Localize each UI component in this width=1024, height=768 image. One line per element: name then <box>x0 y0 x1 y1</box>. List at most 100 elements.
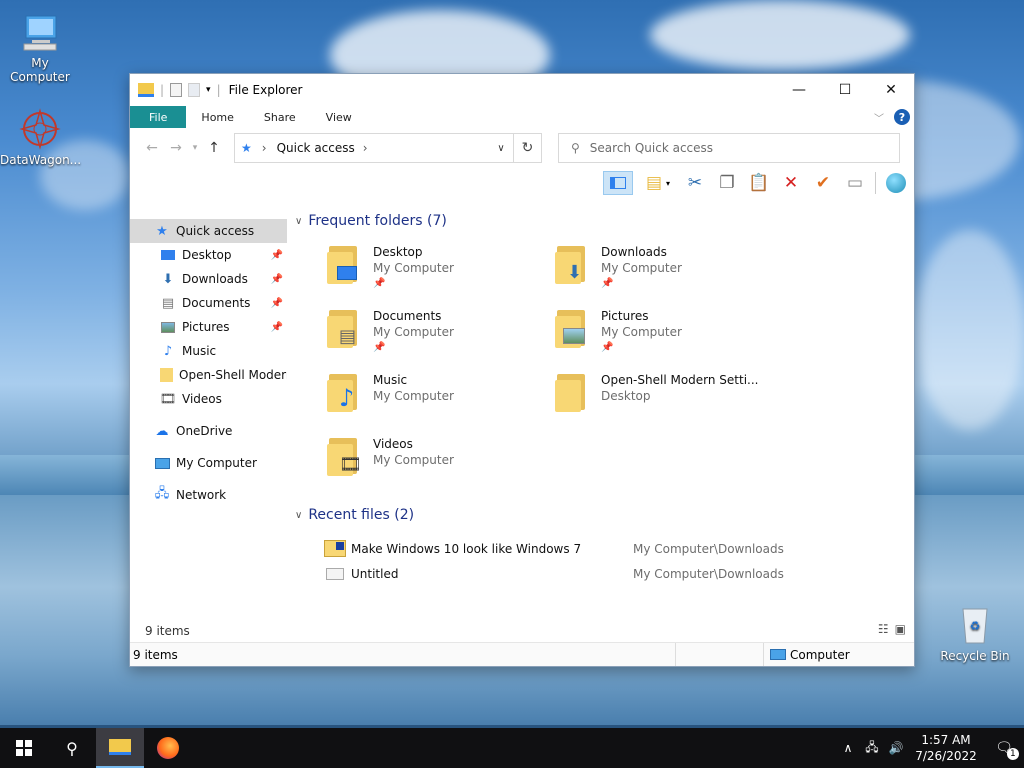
folder-tile-videos[interactable]: 🎞 Videos My Computer <box>327 436 555 490</box>
sidebar-item-my-computer[interactable]: My Computer <box>130 451 287 475</box>
customize-qat-dropdown-icon[interactable]: ▾ <box>206 85 211 95</box>
details-view-icon[interactable]: ☷ <box>878 622 889 636</box>
sidebar-item-onedrive[interactable]: ☁ OneDrive <box>130 419 287 443</box>
folder-icon <box>555 308 595 350</box>
folder-tile-open-shell[interactable]: Open-Shell Modern Setti... Desktop <box>555 372 783 426</box>
folder-tile-desktop[interactable]: Desktop My Computer 📌 <box>327 244 555 298</box>
search-input[interactable]: ⚲ Search Quick access <box>558 133 900 163</box>
computer-icon <box>154 455 170 471</box>
action-center-icon[interactable]: 🗨 1 <box>984 728 1024 768</box>
sidebar-item-documents[interactable]: ▤ Documents 📌 <box>130 291 287 315</box>
folder-tile-pictures[interactable]: Pictures My Computer 📌 <box>555 308 783 362</box>
folder-icon <box>327 244 367 286</box>
sidebar-item-network[interactable]: 🖧 Network <box>130 483 287 507</box>
cut-icon[interactable]: ✂ <box>683 171 707 195</box>
sidebar-item-downloads[interactable]: ⬇ Downloads 📌 <box>130 267 287 291</box>
sidebar-item-desktop[interactable]: Desktop 📌 <box>130 243 287 267</box>
desktop-icon <box>160 247 176 263</box>
properties-icon[interactable] <box>170 83 183 97</box>
videos-icon: 🎞 <box>339 454 362 475</box>
network-icon[interactable]: 🖧 <box>860 738 884 759</box>
folder-name: Videos <box>373 437 413 451</box>
forward-arrow-icon[interactable]: → <box>164 140 188 156</box>
breadcrumb-separator-icon[interactable]: › <box>363 141 368 155</box>
rename-icon[interactable]: ▭ <box>843 171 867 195</box>
pictures-icon <box>563 328 585 344</box>
search-icon: ⚲ <box>571 141 580 155</box>
help-button[interactable]: ? <box>894 109 910 125</box>
folder-options-icon[interactable]: ▤ ▾ <box>641 171 675 195</box>
recent-file-row[interactable]: Make Windows 10 look like Windows 7 My C… <box>323 536 914 561</box>
tab-home[interactable]: Home <box>186 106 248 128</box>
copy-icon[interactable]: ❐ <box>715 171 739 195</box>
tab-view[interactable]: View <box>311 106 367 128</box>
clock[interactable]: 1:57 AM 7/26/2022 <box>908 732 984 764</box>
properties-check-icon[interactable]: ✔ <box>811 171 835 195</box>
recent-locations-chevron-icon[interactable]: ▾ <box>188 143 202 153</box>
firefox-icon[interactable] <box>144 728 192 768</box>
up-arrow-icon[interactable]: ↑ <box>202 140 226 156</box>
computer-icon <box>18 10 62 54</box>
collapse-chevron-icon[interactable]: ∨ <box>295 216 302 227</box>
folder-tile-documents[interactable]: ▤ Documents My Computer 📌 <box>327 308 555 362</box>
frequent-folders-header[interactable]: ∨ Frequent folders (7) <box>295 210 914 232</box>
notification-count-badge: 1 <box>1006 748 1019 760</box>
collapse-chevron-icon[interactable]: ∨ <box>295 510 302 521</box>
desktop-icon-label: Recycle Bin <box>940 649 1010 663</box>
folder-tile-music[interactable]: ♪ Music My Computer <box>327 372 555 426</box>
recent-files-header[interactable]: ∨ Recent files (2) <box>295 504 914 526</box>
zip-folder-icon <box>323 539 347 559</box>
sidebar-item-label: Music <box>182 344 217 358</box>
title-bar[interactable]: | ▾ | File Explorer — ☐ ✕ <box>130 74 914 106</box>
paste-icon[interactable]: 📋 <box>747 171 771 195</box>
refresh-icon[interactable]: ↻ <box>514 133 542 163</box>
section-title: Frequent folders (7) <box>308 213 447 229</box>
sidebar-item-quick-access[interactable]: ★ Quick access <box>130 219 287 243</box>
view-switcher: ☷ ▣ <box>878 622 906 636</box>
desktop-icon-datawagon[interactable]: DataWagon... <box>0 107 81 167</box>
large-icons-view-icon[interactable]: ▣ <box>895 622 906 636</box>
breadcrumb-separator-icon[interactable]: › <box>262 141 267 155</box>
navigation-pane-icon[interactable] <box>603 171 633 195</box>
delete-icon[interactable]: ✕ <box>779 171 803 195</box>
file-explorer-window: | ▾ | File Explorer — ☐ ✕ File Home Shar… <box>129 73 915 667</box>
folder-icon <box>160 367 173 383</box>
file-explorer-taskbar-icon[interactable] <box>96 728 144 768</box>
section-title: Recent files (2) <box>308 507 415 523</box>
breadcrumb-quick-access[interactable]: Quick access <box>277 141 355 155</box>
folder-icon <box>555 372 595 414</box>
sidebar-item-videos[interactable]: 🎞 Videos <box>130 387 287 411</box>
file-icon <box>323 564 347 584</box>
sidebar-item-open-shell[interactable]: Open-Shell Modern <box>130 363 287 387</box>
maximize-button[interactable]: ☐ <box>822 74 868 106</box>
documents-icon: ▤ <box>339 326 357 347</box>
minimize-button[interactable]: — <box>776 74 822 106</box>
new-folder-icon[interactable] <box>188 83 201 97</box>
downloads-icon: ⬇ <box>567 262 583 283</box>
address-dropdown-icon[interactable]: ∨ <box>489 143 513 154</box>
tab-file[interactable]: File <box>130 106 187 128</box>
onedrive-cloud-icon: ☁ <box>155 423 169 439</box>
sidebar-item-music[interactable]: ♪ Music <box>130 339 287 363</box>
volume-icon[interactable]: 🔊 <box>884 741 908 755</box>
downloads-icon: ⬇ <box>162 271 174 287</box>
desktop-icon-my-computer[interactable]: My Computer <box>0 10 80 84</box>
expand-ribbon-chevron-icon[interactable]: ﹀ <box>874 110 884 125</box>
classic-toolbar: ▤ ▾ ✂ ❐ 📋 ✕ ✔ ▭ <box>130 168 914 198</box>
datawagon-icon <box>18 107 62 151</box>
start-windows-icon[interactable] <box>0 728 48 768</box>
address-bar[interactable]: ★ › Quick access › ∨ <box>234 133 514 163</box>
recent-file-row[interactable]: Untitled My Computer\Downloads <box>323 561 914 586</box>
search-icon[interactable]: ⚲ <box>48 728 96 768</box>
pin-icon: 📌 <box>373 342 386 353</box>
back-arrow-icon[interactable]: ← <box>140 140 164 156</box>
show-hidden-icons-chevron-icon[interactable]: ∧ <box>836 741 860 755</box>
close-button[interactable]: ✕ <box>868 74 914 106</box>
desktop-icon-recycle-bin[interactable]: ♻ Recycle Bin <box>935 603 1015 663</box>
status-items: 9 items <box>130 643 676 666</box>
internet-options-icon[interactable] <box>884 171 908 195</box>
frequent-folders-grid: Desktop My Computer 📌 ⬇ Downloads My Comput… <box>295 244 914 490</box>
folder-tile-downloads[interactable]: ⬇ Downloads My Computer 📌 <box>555 244 783 298</box>
sidebar-item-pictures[interactable]: Pictures 📌 <box>130 315 287 339</box>
tab-share[interactable]: Share <box>249 106 311 128</box>
